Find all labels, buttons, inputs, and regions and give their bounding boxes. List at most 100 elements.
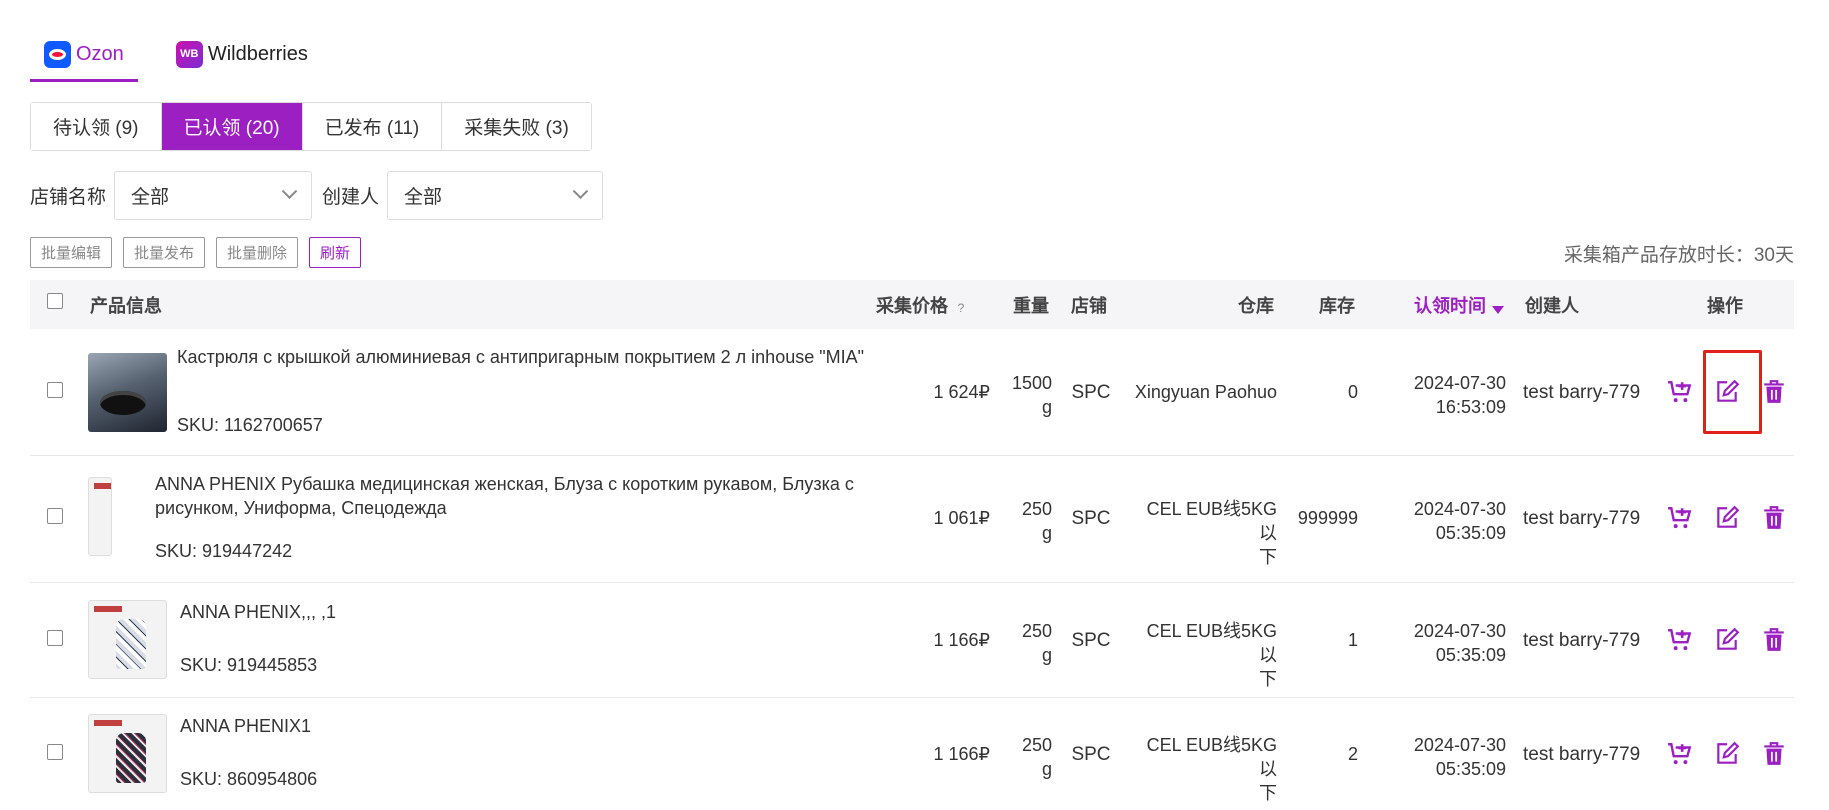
stock: 1 — [1347, 630, 1358, 650]
price: 1 166₽ — [933, 744, 991, 764]
header-warehouse: 仓库 — [1238, 295, 1274, 316]
stock: 2 — [1347, 744, 1358, 764]
add-to-cart-icon[interactable] — [1667, 627, 1693, 653]
product-sku: SKU: 919445853 — [180, 655, 318, 675]
trash-icon[interactable] — [1761, 505, 1787, 531]
product-name[interactable]: Кастрюля с крышкой алюминиевая с антипри… — [177, 345, 877, 369]
warehouse-line1: CEL EUB线5KG以 — [1146, 621, 1277, 665]
product-sku: SKU: 860954806 — [180, 769, 318, 789]
trash-icon[interactable] — [1761, 741, 1787, 767]
header-price: 采集价格 ? — [876, 292, 969, 318]
tab-claimed[interactable]: 已认领 (20) — [161, 103, 303, 150]
tab-ozon-label: Ozon — [76, 42, 124, 65]
warehouse-line2: 下 — [1259, 669, 1277, 689]
help-icon[interactable]: ? — [953, 300, 969, 316]
shop: SPC — [1071, 382, 1111, 403]
edit-icon[interactable] — [1714, 741, 1740, 767]
tab-collect-failed[interactable]: 采集失败 (3) — [442, 103, 591, 150]
header-stock: 库存 — [1319, 295, 1355, 316]
chevron-down-icon — [281, 183, 298, 200]
product-sku: SKU: 1162700657 — [177, 415, 323, 435]
claim-clock: 05:35:09 — [1435, 523, 1506, 543]
batch-publish-button[interactable]: 批量发布 — [123, 237, 206, 268]
chevron-down-icon — [572, 183, 589, 200]
wildberries-logo-icon: WB — [175, 40, 203, 68]
row-checkbox[interactable] — [47, 744, 63, 760]
stock: 999999 — [1297, 508, 1358, 528]
product-name[interactable]: ANNA PHENIX,,, ,1 — [180, 600, 880, 624]
header-product-info: 产品信息 — [90, 295, 162, 316]
row-checkbox[interactable] — [47, 382, 63, 398]
product-thumbnail[interactable] — [88, 477, 112, 556]
header-creator: 创建人 — [1525, 295, 1579, 316]
add-to-cart-icon[interactable] — [1667, 379, 1693, 405]
shop: SPC — [1071, 508, 1111, 529]
select-all-checkbox[interactable] — [47, 293, 63, 309]
product-thumbnail[interactable] — [88, 353, 167, 432]
filter-bar: 店铺名称 全部 创建人 全部 — [30, 171, 613, 220]
row-checkbox[interactable] — [47, 508, 63, 524]
shop-filter-label: 店铺名称 — [30, 187, 107, 208]
warehouse: CEL EUB线5KG以 下 — [1130, 497, 1277, 569]
weight: 250 g — [1010, 619, 1052, 667]
creator: test barry-779 — [1523, 508, 1641, 529]
batch-delete-button[interactable]: 批量删除 — [216, 237, 299, 268]
warehouse-line2: 下 — [1259, 547, 1277, 567]
shop-select-value: 全部 — [131, 187, 170, 208]
ozon-logo-icon — [44, 40, 71, 68]
header-claim-time[interactable]: 认领时间 — [1414, 292, 1504, 318]
price: 1 166₽ — [933, 630, 991, 650]
creator-select-value: 全部 — [404, 187, 443, 208]
product-table: 产品信息 采集价格 ? 重量 店铺 仓库 库存 认领时间 创建人 操作 Каст… — [30, 280, 1794, 810]
platform-tabs: Ozon WB Wildberries — [30, 26, 322, 82]
tab-published[interactable]: 已发布 (11) — [302, 103, 443, 150]
add-to-cart-icon[interactable] — [1667, 741, 1693, 767]
row-checkbox[interactable] — [47, 630, 63, 646]
product-thumbnail[interactable] — [88, 714, 167, 793]
creator-select[interactable]: 全部 — [387, 171, 604, 220]
weight-unit: g — [1041, 645, 1052, 665]
weight: 250 g — [1010, 733, 1052, 781]
trash-icon[interactable] — [1761, 379, 1787, 405]
status-tabs: 待认领 (9) 已认领 (20) 已发布 (11) 采集失败 (3) — [30, 102, 592, 151]
product-name[interactable]: ANNA PHENIX Рубашка медицинская женская,… — [155, 472, 891, 520]
stock: 0 — [1347, 382, 1358, 402]
weight-unit: g — [1041, 397, 1052, 417]
edit-icon[interactable] — [1714, 505, 1740, 531]
product-thumbnail[interactable] — [88, 600, 167, 679]
price: 1 624₽ — [933, 382, 991, 402]
weight-unit: g — [1041, 523, 1052, 543]
claim-time: 2024-07-30 16:53:09 — [1390, 371, 1506, 419]
tab-wildberries-label: Wildberries — [207, 42, 308, 65]
warehouse: Xingyuan Paohuo — [1134, 382, 1277, 402]
trash-icon[interactable] — [1761, 627, 1787, 653]
creator: test barry-779 — [1523, 382, 1641, 403]
storage-duration-note: 采集箱产品存放时长：30天 — [1563, 245, 1794, 266]
weight: 250 g — [1010, 497, 1052, 545]
edit-icon[interactable] — [1714, 627, 1740, 653]
weight: 1500 g — [1010, 371, 1052, 419]
batch-edit-button[interactable]: 批量编辑 — [30, 237, 113, 268]
tab-ozon[interactable]: Ozon — [30, 26, 138, 82]
claim-clock: 05:35:09 — [1435, 759, 1506, 779]
tab-pending-claim[interactable]: 待认领 (9) — [31, 103, 162, 150]
add-to-cart-icon[interactable] — [1667, 505, 1693, 531]
claim-time: 2024-07-30 05:35:09 — [1390, 733, 1506, 781]
tab-wildberries[interactable]: WB Wildberries — [162, 26, 322, 82]
header-operations: 操作 — [1707, 295, 1743, 316]
product-name[interactable]: ANNA PHENIX1 — [180, 714, 880, 738]
warehouse: CEL EUB线5KG以 下 — [1130, 733, 1277, 805]
batch-actions: 批量编辑 批量发布 批量删除 刷新 — [30, 237, 372, 268]
weight-value: 250 — [1021, 621, 1052, 641]
product-sku: SKU: 919447242 — [155, 541, 293, 561]
warehouse-line2: 下 — [1259, 783, 1277, 803]
table-row: ANNA PHENIX,,, ,1 SKU: 919445853 1 166₽ … — [30, 583, 1794, 698]
refresh-button[interactable]: 刷新 — [309, 237, 362, 268]
warehouse-line1: CEL EUB线5KG以 — [1146, 735, 1277, 779]
header-weight: 重量 — [1013, 295, 1049, 316]
weight-value: 1500 — [1011, 373, 1052, 393]
claim-time: 2024-07-30 05:35:09 — [1390, 619, 1506, 667]
warehouse-line1: CEL EUB线5KG以 — [1146, 499, 1277, 543]
shop-select[interactable]: 全部 — [114, 171, 313, 220]
table-row: ANNA PHENIX1 SKU: 860954806 1 166₽ 250 g… — [30, 698, 1794, 810]
